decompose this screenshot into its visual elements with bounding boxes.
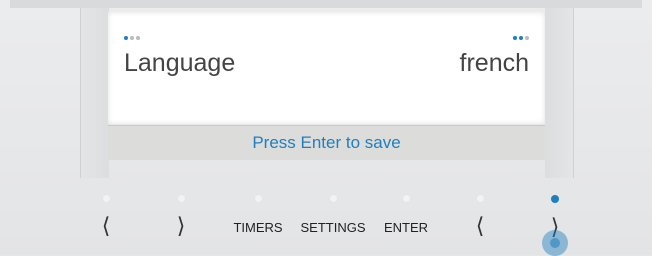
led-indicator (177, 195, 185, 202)
display-screen: Language french (108, 12, 545, 124)
led-indicator-active (551, 195, 559, 203)
led-indicator (102, 195, 110, 202)
chevron-left-icon: ⟨ (475, 214, 485, 239)
touch-indicator-center (550, 238, 560, 248)
three-dots-icon (513, 36, 529, 42)
chevron-right-icon: ⟩ (176, 214, 186, 239)
setting-label: Language (124, 49, 236, 77)
enter-button[interactable]: ENTER (378, 190, 434, 255)
led-indicator (329, 195, 337, 202)
three-dots-icon (124, 36, 140, 42)
right-bezel (545, 8, 574, 178)
enter-label: ENTER (383, 220, 429, 235)
setting-value: french (459, 49, 529, 77)
led-indicator (476, 195, 484, 202)
timers-label: TIMERS (233, 220, 283, 235)
chevron-left-button-right[interactable]: ⟨ (473, 190, 487, 255)
led-indicator (254, 195, 262, 202)
chevron-left-icon: ⟨ (101, 214, 111, 239)
chevron-right-button[interactable]: ⟩ (174, 190, 188, 255)
chevron-left-button[interactable]: ⟨ (99, 190, 113, 255)
control-panel: Language french Press Enter to save ⟨ ⟩ … (0, 0, 652, 256)
status-message: Press Enter to save (108, 125, 545, 160)
settings-label: SETTINGS (300, 220, 366, 235)
timers-button[interactable]: TIMERS (229, 190, 287, 255)
settings-button[interactable]: SETTINGS (296, 190, 370, 255)
led-indicator (402, 195, 410, 202)
top-bezel (10, 0, 642, 8)
left-bezel (80, 8, 109, 178)
